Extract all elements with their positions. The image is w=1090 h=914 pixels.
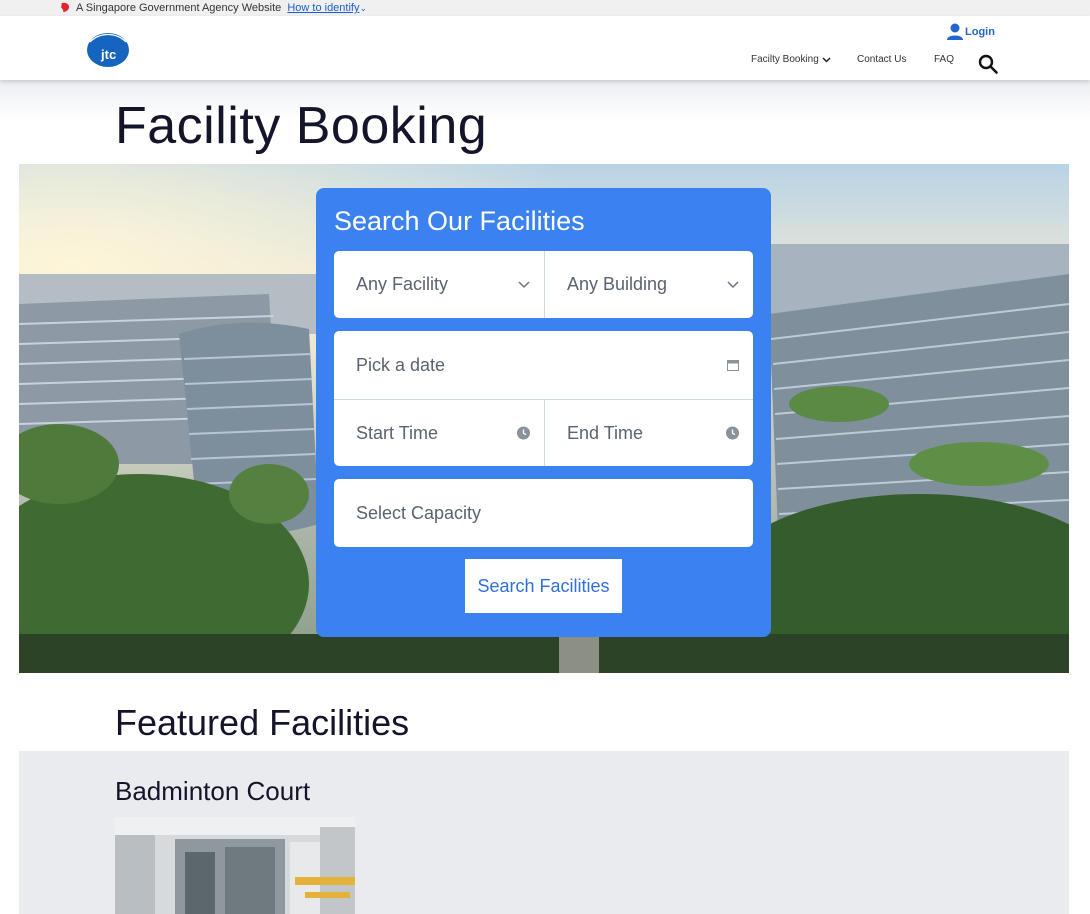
end-time-placeholder: End Time bbox=[567, 422, 644, 443]
gov-masthead: A Singapore Government Agency Website Ho… bbox=[0, 0, 1090, 16]
end-time-input[interactable]: End Time bbox=[544, 399, 753, 466]
start-time-input[interactable]: Start Time bbox=[334, 399, 544, 466]
login-label: Login bbox=[965, 26, 995, 38]
capacity-select[interactable]: Select Capacity bbox=[334, 479, 753, 547]
date-placeholder: Pick a date bbox=[356, 354, 446, 375]
date-picker-input[interactable]: Pick a date bbox=[334, 331, 753, 399]
nav-faq[interactable]: FAQ bbox=[934, 54, 954, 65]
search-facilities-button[interactable]: Search Facilities bbox=[465, 559, 622, 613]
user-icon bbox=[947, 23, 963, 40]
search-card-title: Search Our Facilities bbox=[334, 206, 585, 236]
building-select-value: Any Building bbox=[567, 274, 668, 294]
lion-head-icon bbox=[61, 2, 69, 13]
badminton-court-photo bbox=[115, 817, 355, 914]
facility-select[interactable]: Any Facility bbox=[334, 251, 544, 318]
chevron-down-icon bbox=[518, 280, 530, 288]
capacity-placeholder: Select Capacity bbox=[356, 502, 482, 523]
building-select[interactable]: Any Building bbox=[544, 251, 753, 318]
calendar-icon bbox=[727, 360, 739, 371]
nav-facility-booking-label: Facilty Booking bbox=[751, 54, 819, 65]
badminton-court-image[interactable] bbox=[115, 817, 355, 914]
nav-contact-us[interactable]: Contact Us bbox=[857, 54, 906, 65]
how-to-identify-link[interactable]: How to identify bbox=[287, 2, 359, 14]
login-link[interactable]: Login bbox=[947, 22, 995, 42]
chevron-down-icon bbox=[822, 56, 831, 63]
featured-facilities-heading: Featured Facilities bbox=[115, 702, 410, 743]
search-facilities-card: Search Our Facilities Any Facility Any B… bbox=[316, 188, 771, 637]
nav-facility-booking[interactable]: Facilty Booking bbox=[751, 54, 831, 65]
clock-icon bbox=[517, 426, 530, 440]
facility-card-title[interactable]: Badminton Court bbox=[115, 776, 310, 807]
site-header: jtc Login Facilty Booking Contact Us FAQ bbox=[0, 16, 1090, 80]
start-time-placeholder: Start Time bbox=[356, 422, 439, 443]
svg-text:jtc: jtc bbox=[100, 47, 116, 62]
clock-icon bbox=[726, 426, 739, 440]
chevron-down-icon bbox=[727, 280, 739, 288]
masthead-text: A Singapore Government Agency Website bbox=[76, 2, 282, 14]
jtc-logo[interactable]: jtc bbox=[86, 30, 130, 68]
chevron-down-icon[interactable]: ⌄ bbox=[359, 3, 367, 13]
facility-select-value: Any Facility bbox=[356, 274, 449, 294]
search-icon[interactable] bbox=[978, 54, 998, 74]
page-title: Facility Booking bbox=[115, 97, 488, 155]
jtc-logo-icon: jtc bbox=[87, 33, 129, 67]
